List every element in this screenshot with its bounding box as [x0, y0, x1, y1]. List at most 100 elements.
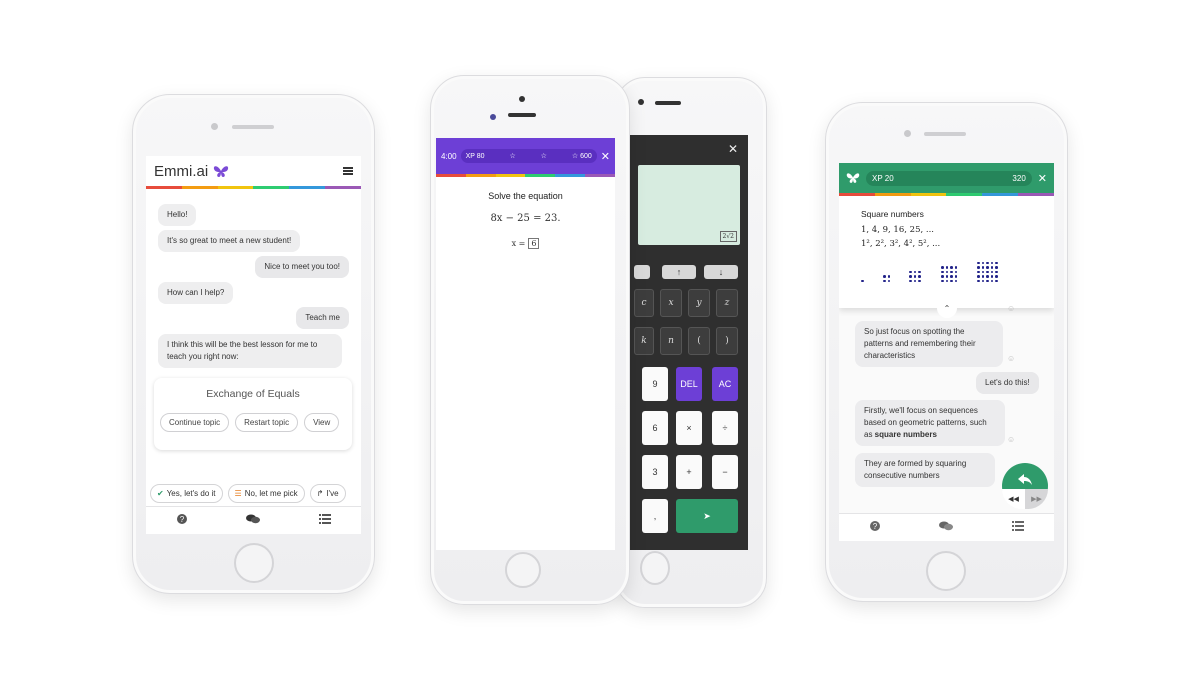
chat-icon[interactable]	[939, 521, 954, 534]
submit-button[interactable]: ➤	[676, 499, 738, 533]
proximity-sensor	[490, 114, 496, 120]
rainbow-bar	[436, 174, 615, 177]
list-icon[interactable]	[318, 514, 332, 527]
chat-message: Hello!	[158, 204, 197, 226]
quick-reply-yes[interactable]: ✔ Yes, let's do it	[150, 484, 223, 503]
key-rparen[interactable]: )	[716, 327, 738, 355]
chat-message: It's so great to meet a new student!	[158, 230, 301, 252]
pattern-dot	[990, 279, 993, 282]
list-icon: ☰	[234, 489, 242, 498]
key-lparen[interactable]: (	[688, 327, 710, 355]
restart-topic-button[interactable]: Restart topic	[235, 413, 299, 432]
key-minus[interactable]: −	[712, 455, 738, 489]
app-header: Emmi.ai	[146, 156, 361, 186]
fast-forward-icon[interactable]: ▶▶	[1025, 489, 1048, 509]
smile-icon[interactable]: ☺	[1007, 354, 1015, 363]
brand-logo[interactable]: Emmi.ai	[154, 163, 229, 180]
quick-reply-label: No, let me pick	[244, 489, 298, 498]
home-button[interactable]	[505, 552, 541, 588]
pattern-dot	[887, 275, 890, 278]
rainbow-bar	[146, 186, 361, 189]
pattern-dot	[986, 261, 989, 264]
help-icon[interactable]: ?	[175, 514, 189, 527]
equation-screen: 4:00 XP 80 ☆ ☆ ☆ 600 ✕ Solve the equatio…	[436, 138, 615, 550]
pattern-dot	[995, 279, 998, 282]
pattern-dot	[909, 279, 912, 282]
pattern-dot	[945, 279, 948, 282]
chat-icon[interactable]	[246, 514, 261, 527]
help-icon[interactable]: ?	[868, 521, 882, 534]
xp-progress: XP 80 ☆ ☆ ☆ 600	[460, 149, 597, 163]
pattern-dot	[918, 279, 921, 282]
view-topic-button[interactable]: View	[304, 413, 340, 432]
list-icon[interactable]	[1011, 521, 1025, 534]
xp-value: 80	[476, 152, 485, 160]
pattern-dot	[986, 279, 989, 282]
sequence-values: 1, 4, 9, 16, 25, ...	[861, 225, 934, 235]
front-camera	[904, 130, 911, 137]
butterfly-icon	[846, 173, 860, 183]
key-ac[interactable]: AC	[712, 367, 738, 401]
close-icon[interactable]: ✕	[728, 142, 738, 156]
close-icon[interactable]: ✕	[1038, 172, 1047, 185]
lesson-header: 4:00 XP 80 ☆ ☆ ☆ 600 ✕	[436, 138, 615, 174]
svg-text:?: ?	[873, 522, 878, 531]
smile-icon[interactable]: ☺	[1007, 435, 1015, 444]
key-c[interactable]: c	[634, 289, 654, 317]
key-9[interactable]: 9	[642, 367, 668, 401]
square-numbers-screen: XP 20 320 ✕ So just focus on spotting th…	[839, 163, 1054, 541]
menu-icon[interactable]	[343, 167, 353, 175]
square-pattern-4	[941, 266, 957, 282]
pattern-dot	[981, 275, 984, 278]
chevron-up-icon[interactable]: ⌃	[937, 304, 957, 318]
quick-reply-other[interactable]: ↱ I've	[309, 484, 346, 503]
pattern-dot	[977, 275, 980, 278]
pattern-dot	[909, 275, 912, 278]
pattern-dot	[941, 266, 944, 269]
key-x[interactable]: x	[660, 289, 682, 317]
key-times[interactable]: ×	[676, 411, 702, 445]
pattern-dot	[883, 275, 886, 278]
close-icon[interactable]: ✕	[601, 150, 610, 163]
pattern-dot	[941, 275, 944, 278]
pattern-dot	[918, 275, 921, 278]
key-del[interactable]: DEL	[676, 367, 702, 401]
reply-icon	[1018, 474, 1032, 485]
key-3[interactable]: 3	[642, 455, 668, 489]
key-6[interactable]: 6	[642, 411, 668, 445]
earpiece-speaker	[508, 113, 536, 117]
home-button[interactable]	[926, 551, 966, 591]
quick-reply-pick[interactable]: ☰ No, let me pick	[227, 484, 305, 503]
pattern-dot	[954, 275, 957, 278]
key-y[interactable]: y	[688, 289, 710, 317]
key-k[interactable]: k	[634, 327, 654, 355]
smile-icon[interactable]: ☺	[1007, 304, 1015, 313]
pattern-dot	[977, 261, 980, 264]
key-n[interactable]: n	[660, 327, 682, 355]
pattern-dot	[950, 279, 953, 282]
key-left[interactable]	[634, 265, 650, 279]
key-fraction[interactable]: ÷	[712, 411, 738, 445]
continue-topic-button[interactable]: Continue topic	[160, 413, 230, 432]
svg-text:?: ?	[180, 515, 185, 524]
home-button[interactable]	[234, 543, 274, 583]
earpiece-speaker	[232, 125, 274, 129]
square-pattern-3	[909, 270, 921, 282]
xp-label: XP	[465, 152, 475, 160]
pattern-dot	[977, 266, 980, 269]
pattern-dot	[990, 270, 993, 273]
equation: 8x − 25 = 23.	[490, 213, 561, 224]
key-z[interactable]: z	[716, 289, 738, 317]
key-comma[interactable]: ,	[642, 499, 668, 533]
card-title: Square numbers	[861, 209, 924, 219]
key-plus[interactable]: +	[676, 455, 702, 489]
answer-input[interactable]: 6	[528, 238, 540, 249]
key-down[interactable]: ↓	[704, 265, 738, 279]
key-up[interactable]: ↑	[662, 265, 696, 279]
front-camera	[638, 99, 644, 105]
home-button[interactable]	[640, 551, 670, 585]
pattern-dot	[913, 275, 916, 278]
pattern-dot	[945, 266, 948, 269]
rewind-icon[interactable]: ◀◀	[1002, 489, 1025, 509]
pattern-dot	[995, 266, 998, 269]
